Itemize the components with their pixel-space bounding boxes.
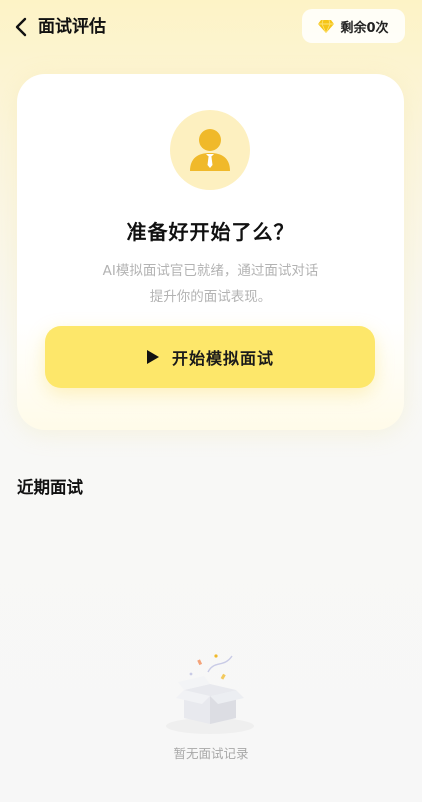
hero-description-line: AI模拟面试官已就绪，通过面试对话 (102, 263, 319, 279)
empty-state: 暂无面试记录 (0, 640, 422, 770)
interviewer-avatar (170, 110, 250, 190)
chevron-left-icon (15, 17, 27, 37)
start-button-label: 开始模拟面试 (171, 349, 274, 368)
diamond-icon (318, 19, 335, 33)
recent-interviews-title: 近期面试 (17, 478, 83, 497)
back-button[interactable] (8, 12, 34, 42)
hero-description-line: 提升你的面试表现。 (149, 289, 272, 305)
remaining-count-badge[interactable]: 剩余0次 (302, 9, 405, 43)
start-mock-interview-button[interactable]: 开始模拟面试 (45, 326, 375, 388)
page-title: 面试评估 (38, 17, 106, 37)
hero-title: 准备好开始了么？ (126, 220, 295, 244)
empty-box-icon (166, 654, 254, 734)
interview-start-card: 准备好开始了么？ AI模拟面试官已就绪，通过面试对话 提升你的面试表现。 开始模… (17, 74, 404, 430)
remaining-count-text: 剩余0次 (340, 20, 389, 36)
person-icon (190, 129, 230, 171)
empty-state-text: 暂无面试记录 (173, 746, 249, 761)
app-header: 面试评估 剩余0次 (0, 0, 422, 54)
play-icon (146, 350, 159, 364)
hero-description: AI模拟面试官已就绪，通过面试对话 提升你的面试表现。 (57, 258, 364, 310)
